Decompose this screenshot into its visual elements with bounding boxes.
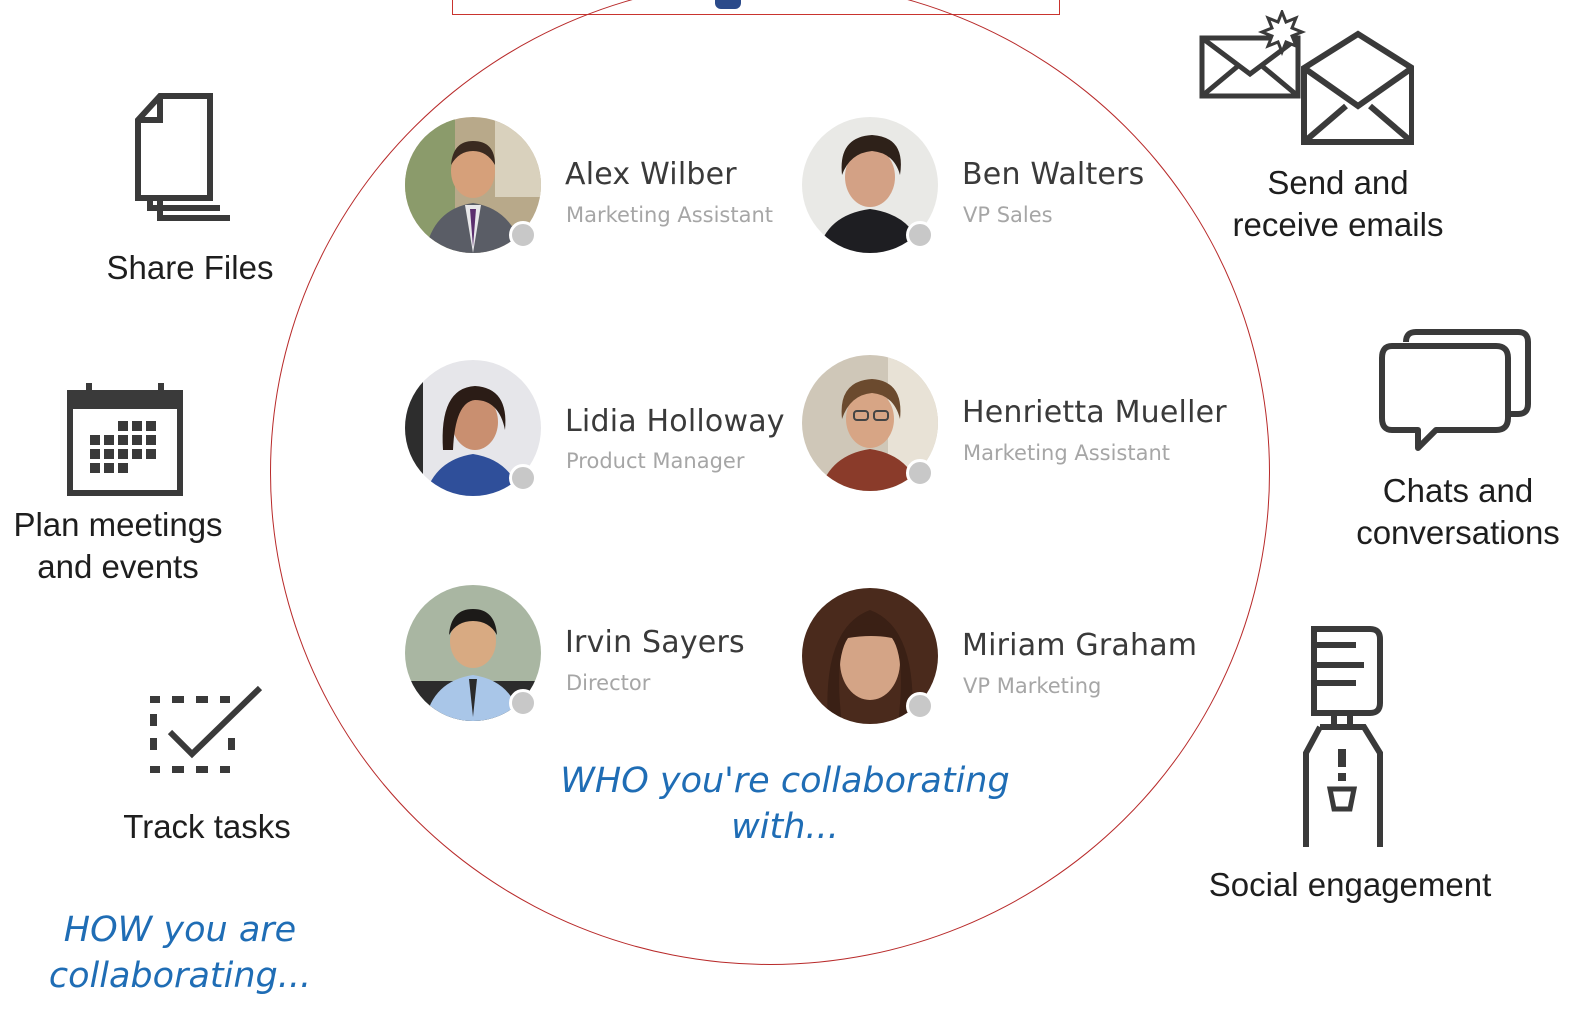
presence-indicator xyxy=(906,692,934,720)
person-name: Miriam Graham xyxy=(962,628,1198,663)
plan-meetings-label: Plan meetings and events xyxy=(0,504,236,588)
chats-label: Chats and conversations xyxy=(1340,470,1576,554)
plan-meetings-line2: and events xyxy=(37,548,199,585)
chats-line2: conversations xyxy=(1356,514,1560,551)
person-role: Marketing Assistant xyxy=(963,441,1171,465)
chats-line1: Chats and xyxy=(1382,472,1534,509)
person-name: Lidia Holloway xyxy=(565,404,785,439)
social-engagement-label: Social engagement xyxy=(1208,866,1492,903)
task-checkbox-icon xyxy=(148,684,264,784)
who-caption: WHO you're collaborating with... xyxy=(560,761,1010,847)
calendar-icon xyxy=(66,381,184,501)
presence-indicator xyxy=(509,464,537,492)
emails-line1: Send and xyxy=(1267,164,1409,201)
person-role: VP Marketing xyxy=(963,674,1102,698)
plan-meetings-line1: Plan meetings xyxy=(13,506,223,543)
water-cooler-icon xyxy=(1298,623,1394,855)
person-role: VP Sales xyxy=(963,203,1053,227)
track-tasks-label: Track tasks xyxy=(123,808,291,845)
person-name: Henrietta Mueller xyxy=(962,395,1227,430)
person-role: Marketing Assistant xyxy=(566,203,774,227)
envelopes-icon xyxy=(1198,7,1415,150)
presence-indicator xyxy=(509,221,537,249)
presence-indicator xyxy=(906,459,934,487)
presence-indicator xyxy=(509,689,537,717)
person-name: Irvin Sayers xyxy=(565,625,745,660)
documents-icon xyxy=(134,92,244,236)
chat-bubbles-icon xyxy=(1378,328,1534,458)
person-role: Director xyxy=(566,671,651,695)
how-caption: HOW you are collaborating... xyxy=(48,910,312,996)
person-name: Alex Wilber xyxy=(565,157,737,192)
person-name: Ben Walters xyxy=(962,157,1145,192)
person-role: Product Manager xyxy=(566,449,745,473)
presence-indicator xyxy=(906,221,934,249)
emails-label: Send and receive emails xyxy=(1220,162,1456,246)
share-files-label: Share Files xyxy=(106,249,274,286)
emails-line2: receive emails xyxy=(1232,206,1444,243)
